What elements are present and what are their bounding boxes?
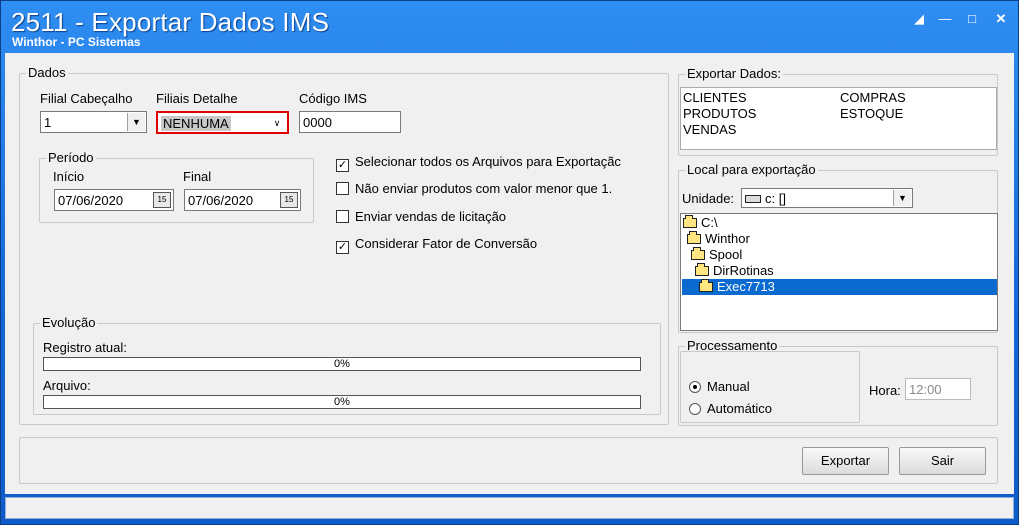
radio-label: Manual: [707, 379, 750, 394]
filiais-detalhe-label: Filiais Detalhe: [156, 91, 238, 106]
list-item[interactable]: COMPRAS: [840, 90, 906, 105]
title-bar: 2511 - Exportar Dados IMS Winthor - PC S…: [1, 1, 1018, 53]
registro-progress-bar: 0%: [43, 357, 641, 371]
final-date-value: 07/06/2020: [188, 193, 254, 208]
periodo-group-label: Período: [46, 150, 96, 165]
exportar-button[interactable]: Exportar: [802, 447, 889, 475]
filial-cabecalho-value: 1: [44, 115, 52, 130]
codigo-ims-input[interactable]: 0000: [299, 111, 401, 133]
chevron-down-icon[interactable]: ▼: [893, 190, 911, 206]
final-date-input[interactable]: 07/06/2020 15: [184, 189, 301, 211]
inicio-date-value: 07/06/2020: [58, 193, 124, 208]
option-label: Considerar Fator de Conversão: [355, 236, 538, 251]
arquivo-label: Arquivo:: [43, 378, 91, 393]
registro-atual-label: Registro atual:: [43, 340, 127, 355]
chevron-down-icon[interactable]: ▼: [127, 113, 145, 131]
option-label: Enviar vendas de licitação: [355, 209, 507, 224]
folder-open-icon: [699, 279, 713, 292]
tree-item-label: Exec7713: [717, 279, 775, 294]
checkbox-checked-icon[interactable]: ✓: [336, 241, 349, 254]
processamento-radio-group: Manual Automático: [680, 351, 860, 423]
minimize-icon[interactable]: —: [935, 10, 955, 28]
sair-button[interactable]: Sair: [899, 447, 986, 475]
close-icon[interactable]: ✕: [991, 10, 1011, 28]
chevron-down-icon[interactable]: ∨: [268, 114, 286, 132]
folder-open-icon: [691, 247, 705, 260]
radio-automatico[interactable]: Automático: [689, 401, 772, 416]
option-label: Selecionar todos os Arquivos para Export…: [355, 154, 621, 169]
radio-manual[interactable]: Manual: [689, 379, 750, 394]
restore-icon[interactable]: ◢: [909, 10, 929, 28]
option-enviar-vendas-licitacao[interactable]: Enviar vendas de licitação: [336, 209, 506, 224]
evolucao-group: Evolução Registro atual: 0% Arquivo: 0%: [33, 315, 661, 415]
exportar-dados-group-label: Exportar Dados:: [685, 66, 783, 81]
radio-selected-icon[interactable]: [689, 381, 701, 393]
tree-item-label: Winthor: [705, 231, 750, 246]
processamento-group: Processamento Manual Automático Hora: 12…: [678, 338, 998, 426]
radio-icon[interactable]: [689, 403, 701, 415]
client-area: Dados Filial Cabeçalho 1 ▼ Filiais Detal…: [5, 53, 1014, 494]
arquivo-progress-bar: 0%: [43, 395, 641, 409]
filiais-detalhe-select[interactable]: NENHUMA ∨: [156, 111, 289, 134]
local-exportacao-group-label: Local para exportação: [685, 162, 818, 177]
main-window: 2511 - Exportar Dados IMS Winthor - PC S…: [0, 0, 1019, 525]
dados-group: Dados Filial Cabeçalho 1 ▼ Filiais Detal…: [19, 65, 669, 425]
tree-item-winthor[interactable]: Winthor: [687, 231, 750, 246]
folder-open-icon: [687, 231, 701, 244]
folder-open-icon: [695, 263, 709, 276]
inicio-date-input[interactable]: 07/06/2020 15: [54, 189, 174, 211]
unidade-label: Unidade:: [682, 191, 735, 206]
tree-item-exec7713-selected[interactable]: Exec7713: [682, 279, 997, 295]
list-item[interactable]: CLIENTES: [683, 90, 747, 105]
filial-cabecalho-select[interactable]: 1 ▼: [40, 111, 147, 133]
drive-icon: [745, 195, 761, 203]
tree-item-label: DirRotinas: [713, 263, 774, 278]
button-panel: Exportar Sair: [19, 437, 998, 484]
list-item[interactable]: PRODUTOS: [683, 106, 756, 121]
tree-item-dirrotinas[interactable]: DirRotinas: [695, 263, 774, 278]
periodo-group: Período Início 07/06/2020 15 Final 07/06…: [39, 150, 314, 223]
window-title: 2511 - Exportar Dados IMS: [11, 7, 330, 37]
list-item[interactable]: ESTOQUE: [840, 106, 903, 121]
checkbox-icon[interactable]: [336, 182, 349, 195]
unidade-display: c: []: [745, 191, 786, 206]
filial-cabecalho-label: Filial Cabeçalho: [40, 91, 133, 106]
hora-value: 12:00: [909, 382, 942, 397]
hora-input[interactable]: 12:00: [905, 378, 971, 400]
evolucao-group-label: Evolução: [40, 315, 98, 330]
option-label: Não enviar produtos com valor menor que …: [355, 181, 613, 196]
filiais-detalhe-value: NENHUMA: [161, 116, 231, 131]
exportar-dados-group: Exportar Dados: CLIENTES PRODUTOS VENDAS…: [678, 66, 998, 156]
local-exportacao-group: Local para exportação Unidade: c: [] ▼ C…: [678, 162, 998, 333]
codigo-ims-label: Código IMS: [299, 91, 367, 106]
final-label: Final: [183, 169, 212, 184]
checkbox-checked-icon[interactable]: ✓: [336, 159, 349, 172]
radio-label: Automático: [707, 401, 773, 416]
unidade-value: c: []: [765, 191, 786, 206]
unidade-select[interactable]: c: [] ▼: [741, 188, 913, 208]
tree-item-root[interactable]: C:\: [683, 215, 718, 230]
tree-item-label: C:\: [701, 215, 718, 230]
folder-open-icon: [683, 215, 697, 228]
inicio-label: Início: [53, 169, 85, 184]
list-item[interactable]: VENDAS: [683, 122, 736, 137]
calendar-icon[interactable]: 15: [153, 192, 171, 208]
folder-tree[interactable]: C:\ Winthor Spool DirRotinas Exec7713: [680, 213, 998, 331]
dados-group-label: Dados: [26, 65, 68, 80]
option-nao-enviar-produtos[interactable]: Não enviar produtos com valor menor que …: [336, 181, 612, 196]
exportar-dados-list[interactable]: CLIENTES PRODUTOS VENDAS COMPRAS ESTOQUE: [680, 87, 997, 150]
option-selecionar-todos[interactable]: ✓ Selecionar todos os Arquivos para Expor…: [336, 154, 621, 172]
hora-label: Hora:: [869, 383, 901, 398]
maximize-icon[interactable]: □: [962, 10, 982, 28]
calendar-icon[interactable]: 15: [280, 192, 298, 208]
codigo-ims-value: 0000: [303, 115, 332, 130]
tree-item-spool[interactable]: Spool: [691, 247, 742, 262]
option-considerar-fator[interactable]: ✓ Considerar Fator de Conversão: [336, 236, 537, 254]
tree-item-label: Spool: [709, 247, 743, 262]
status-bar: [5, 497, 1014, 519]
checkbox-icon[interactable]: [336, 210, 349, 223]
window-subtitle: Winthor - PC Sistemas: [12, 35, 141, 49]
